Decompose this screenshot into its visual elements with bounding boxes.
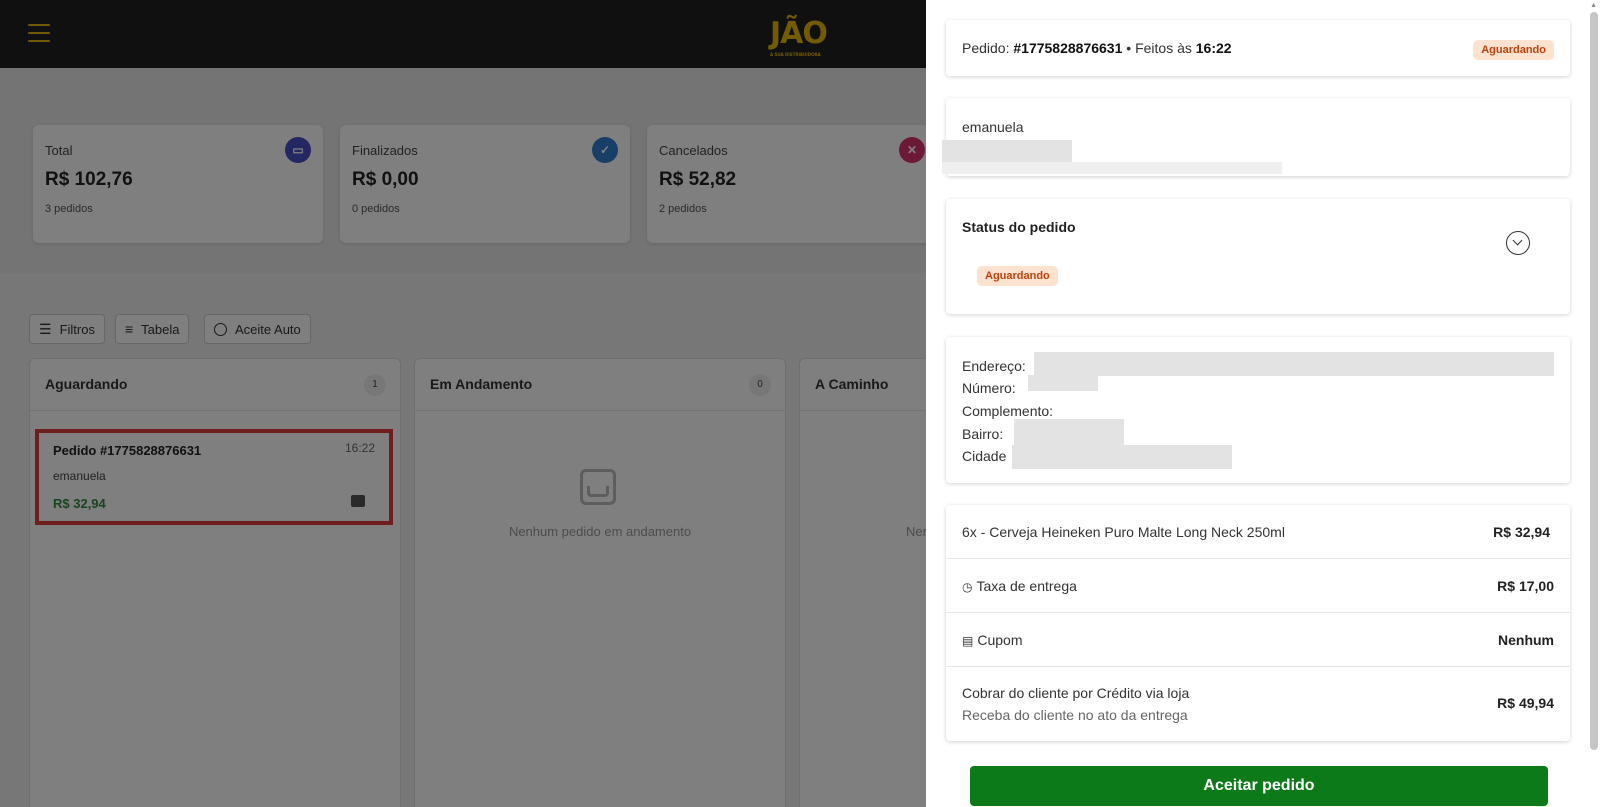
scroll-up-arrow-icon[interactable]: ▲ bbox=[1590, 2, 1597, 9]
order-details-drawer: ▲ Pedido: #1775828876631 • Feitos às 16:… bbox=[926, 0, 1600, 807]
delivery-fee-row: ◷ Taxa de entrega R$ 17,00 bbox=[946, 559, 1570, 613]
status-value-badge: Aguardando bbox=[977, 266, 1058, 286]
chevron-down-icon[interactable] bbox=[1506, 231, 1530, 255]
status-badge: Aguardando bbox=[1473, 40, 1554, 60]
redacted-street bbox=[1034, 352, 1554, 376]
coupon-value: Nenhum bbox=[1498, 632, 1554, 648]
order-summary-card: 6x - Cerveja Heineken Puro Malte Long Ne… bbox=[946, 505, 1570, 741]
status-title: Status do pedido bbox=[962, 219, 1076, 235]
order-header-text: Pedido: #1775828876631 • Feitos às 16:22 bbox=[962, 40, 1232, 56]
item-price: R$ 32,94 bbox=[1493, 524, 1550, 540]
accept-order-button[interactable]: Aceitar pedido bbox=[970, 766, 1548, 806]
charge-row: Cobrar do cliente por Crédito via loja R… bbox=[946, 667, 1570, 741]
coupon-row: ▤ Cupom Nenhum bbox=[946, 613, 1570, 667]
delivery-fee-value: R$ 17,00 bbox=[1497, 578, 1554, 594]
redacted-city bbox=[1012, 445, 1232, 469]
redacted-number bbox=[1028, 375, 1098, 391]
charge-label: Cobrar do cliente por Crédito via loja bbox=[962, 685, 1190, 701]
customer-card: emanuela bbox=[942, 98, 1570, 176]
delivery-fee-label: ◷ Taxa de entrega bbox=[962, 578, 1077, 594]
drawer-scrollbar[interactable] bbox=[1590, 12, 1598, 750]
item-row: 6x - Cerveja Heineken Puro Malte Long Ne… bbox=[946, 505, 1570, 559]
order-id: #1775828876631 bbox=[1013, 40, 1123, 56]
order-time: 16:22 bbox=[1195, 40, 1232, 56]
order-header-card: Pedido: #1775828876631 • Feitos às 16:22… bbox=[946, 20, 1570, 76]
address-district-label: Bairro: bbox=[962, 426, 1004, 442]
redacted-district bbox=[1014, 419, 1124, 447]
redacted-phone bbox=[942, 140, 1072, 162]
ticket-icon: ▤ bbox=[962, 634, 974, 648]
charge-value: R$ 49,94 bbox=[1497, 695, 1554, 711]
address-city-label: Cidade bbox=[962, 448, 1007, 464]
address-number-label: Número: bbox=[962, 380, 1016, 396]
modal-backdrop[interactable] bbox=[0, 0, 926, 807]
customer-name: emanuela bbox=[962, 119, 1024, 135]
order-status-card[interactable]: Status do pedido Aguardando bbox=[946, 199, 1570, 314]
address-complement-label: Complemento: bbox=[962, 403, 1054, 419]
clock-icon: ◷ bbox=[962, 580, 973, 594]
charge-subtext: Receba do cliente no ato da entrega bbox=[962, 707, 1188, 723]
item-label: 6x - Cerveja Heineken Puro Malte Long Ne… bbox=[962, 524, 1285, 540]
coupon-label: ▤ Cupom bbox=[962, 632, 1023, 648]
address-card: Endereço: Número: Complemento: Bairro: C… bbox=[946, 337, 1570, 483]
address-street-label: Endereço: bbox=[962, 358, 1026, 374]
redacted-info bbox=[942, 162, 1282, 174]
